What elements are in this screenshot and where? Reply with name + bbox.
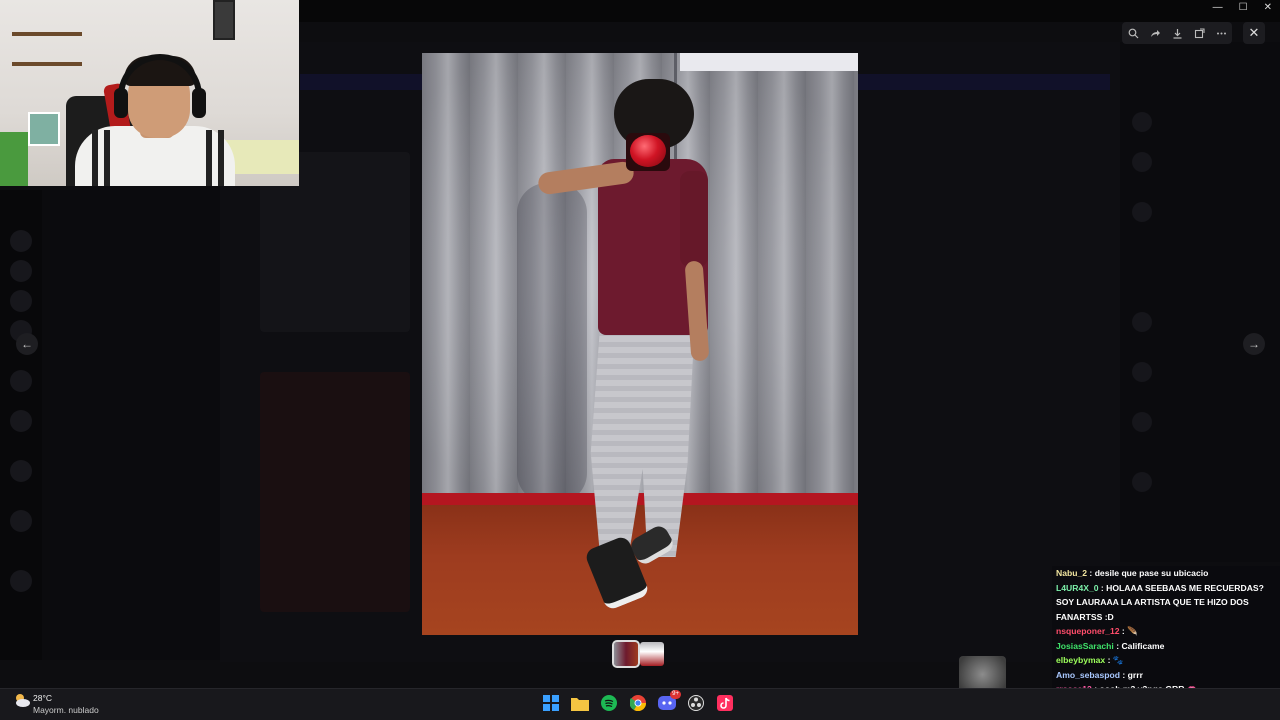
- more-icon[interactable]: [1212, 24, 1230, 42]
- chat-username: nsqueponer_12: [1056, 626, 1120, 636]
- obs-icon[interactable]: [686, 692, 706, 714]
- background-media: [260, 372, 410, 612]
- background-server-list: [0, 190, 42, 660]
- chat-separator: :: [1105, 655, 1113, 665]
- arrow-left-icon: ←: [21, 337, 33, 351]
- chat-text: 🐾: [1112, 655, 1124, 665]
- webcam-shirt-stripe: [206, 130, 212, 186]
- background-server-icon: [10, 230, 32, 252]
- webcam-poster: [28, 112, 60, 146]
- webcam-shelf: [12, 32, 82, 36]
- webcam-shirt-stripe: [218, 130, 224, 186]
- thumbnail-1[interactable]: [612, 640, 640, 668]
- maximize-icon[interactable]: ☐: [1239, 2, 1248, 13]
- background-server-icon: [10, 290, 32, 312]
- cloud-icon[interactable]: [12, 692, 32, 708]
- discord-icon[interactable]: 9+: [657, 690, 681, 714]
- background-member-avatar: [1132, 362, 1152, 382]
- background-member-avatar: [1132, 472, 1152, 492]
- taskbar-apps: 9+: [541, 690, 735, 714]
- chat-text: 🪶: [1127, 626, 1138, 636]
- webcam-headset-ear: [192, 88, 206, 118]
- chat-text: Calificame: [1121, 640, 1165, 651]
- background-server-icon: [10, 460, 32, 482]
- windows-start-icon[interactable]: [541, 692, 561, 714]
- close-viewer-button[interactable]: ✕: [1243, 22, 1265, 44]
- background-member-avatar: [1132, 152, 1152, 172]
- photo-wall-top: [680, 53, 858, 71]
- background-server-icon: [10, 370, 32, 392]
- minimize-icon[interactable]: —: [1213, 2, 1223, 13]
- background-server-icon: [10, 510, 32, 532]
- chat-message: L4UR4X_0 : HOLAAA SEEBAAS ME RECUERDAS? …: [1052, 581, 1280, 625]
- background-server-icon: [10, 410, 32, 432]
- image-viewer-toolbar: [1122, 22, 1232, 44]
- chat-message: JosiasSarachi : Calificame: [1052, 639, 1280, 654]
- chat-separator: :: [1087, 568, 1095, 578]
- photo-shadow: [517, 183, 587, 503]
- chat-username: elbeybymax: [1056, 655, 1106, 665]
- chat-text: desile que pase su ubicacio: [1094, 568, 1209, 578]
- next-image-button[interactable]: →: [1243, 333, 1265, 355]
- window-close-icon[interactable]: ✕: [1264, 2, 1272, 13]
- download-icon[interactable]: [1168, 24, 1186, 42]
- main-image[interactable]: [422, 53, 858, 635]
- weather-temperature[interactable]: 28°C: [33, 693, 52, 703]
- weather-description[interactable]: Mayorm. nublado: [33, 705, 99, 715]
- background-server-icon: [10, 260, 32, 282]
- notification-badge: 9+: [670, 690, 681, 699]
- background-banner: [300, 22, 1120, 42]
- background-channel-list: [42, 190, 220, 660]
- chat-message: Amo_sebaspod : grrr: [1052, 668, 1280, 683]
- background-member-avatar: [1132, 202, 1152, 222]
- background-server-icon: [10, 570, 32, 592]
- webcam-headset-ear: [114, 88, 128, 118]
- chat-username: Amo_sebaspod: [1056, 669, 1120, 680]
- webcam-shelf: [12, 62, 82, 66]
- arrow-right-icon: →: [1248, 337, 1260, 351]
- chat-username: Nabu_2: [1056, 568, 1088, 578]
- chat-message: elbeybymax : 🐾: [1052, 653, 1280, 668]
- tiktok-icon[interactable]: [715, 692, 735, 714]
- image-thumbnails: [612, 640, 664, 668]
- chrome-icon[interactable]: [628, 692, 648, 714]
- apple-sticker-icon: [630, 135, 666, 167]
- open-external-icon[interactable]: [1190, 24, 1208, 42]
- thumbnail-2[interactable]: [640, 642, 664, 666]
- zoom-in-icon[interactable]: [1124, 24, 1142, 42]
- webcam-shirt-stripe: [92, 130, 98, 186]
- chat-separator: :: [1120, 669, 1128, 680]
- close-icon: ✕: [1248, 25, 1260, 40]
- chat-username: L4UR4X_0: [1056, 582, 1099, 593]
- chat-username: JosiasSarachi: [1056, 640, 1114, 651]
- chat-message: nsqueponer_12 : 🪶: [1052, 624, 1280, 639]
- stream-chat-overlay: Nabu_2 : desile que pase su ubicacio L4UR…: [1052, 566, 1280, 702]
- chat-separator: :: [1098, 582, 1107, 593]
- photo-sleeve: [680, 171, 708, 267]
- chat-text: grrr: [1127, 669, 1143, 680]
- background-member-avatar: [1132, 312, 1152, 332]
- file-explorer-icon[interactable]: [570, 692, 590, 714]
- window-controls: — ☐ ✕: [1213, 2, 1272, 13]
- spotify-icon[interactable]: [599, 692, 619, 714]
- screen: — ☐ ✕ ✕ ← → Nabu_2: desile que pase su …: [0, 0, 1280, 720]
- chat-message: Nabu_2 : desile que pase su ubicacio: [1052, 566, 1280, 581]
- background-member-list: [1120, 42, 1280, 562]
- webcam-picture-frame: [213, 0, 235, 40]
- forward-icon[interactable]: [1146, 24, 1164, 42]
- webcam-overlay: [0, 0, 299, 186]
- webcam-shirt-stripe: [104, 130, 110, 186]
- background-member-avatar: [1132, 112, 1152, 132]
- webcam-green-object: [0, 132, 28, 186]
- background-member-avatar: [1132, 412, 1152, 432]
- previous-image-button[interactable]: ←: [16, 333, 38, 355]
